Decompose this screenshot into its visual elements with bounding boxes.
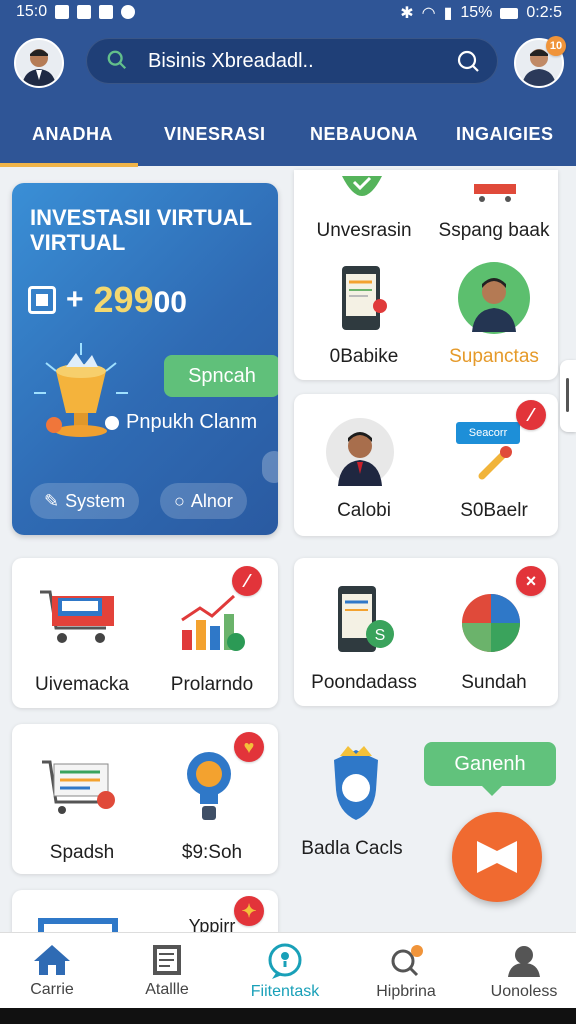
scroll-handle[interactable]: [560, 360, 576, 432]
close-badge-icon[interactable]: ×: [516, 566, 546, 596]
search-submit-icon[interactable]: [456, 49, 480, 73]
lightbulb-badge-icon[interactable]: ✦: [234, 896, 264, 926]
seacorr-tag: Seacorr: [456, 422, 520, 444]
wifi-icon: ◠: [421, 5, 436, 22]
ganenh-tooltip[interactable]: Ganenh: [424, 742, 556, 796]
wrench-icon: [478, 446, 512, 480]
nav-article[interactable]: Atallle: [117, 943, 217, 999]
status-bar: 15:0 ✱ ◠ ▮ 15% 0:2:5: [0, 0, 576, 26]
card-1-label-right: Sspang baak: [438, 220, 550, 241]
card-services-3[interactable]: Seacorr ⁄ Calobi S0Baelr: [294, 394, 558, 536]
card-6-label-left: Spadsh: [49, 842, 115, 863]
checkbox-icon: [28, 286, 56, 314]
document-icon: [153, 945, 181, 975]
bluetooth-icon: ✱: [400, 5, 414, 22]
lightbulb-icon: [187, 752, 231, 820]
phone-icon: [342, 266, 387, 330]
status-time: 15:0: [16, 3, 48, 20]
trophy-icon: [34, 343, 128, 437]
search-bar[interactable]: Bisinis Xbreadadl..: [86, 38, 498, 84]
promo-description: Pnpukh Clanm: [126, 411, 258, 433]
tab-vinesrasi[interactable]: VINESRASI: [164, 124, 266, 145]
card-4-label-right: Prolarndo: [170, 674, 254, 695]
card-3-label-left: Calobi: [337, 500, 391, 521]
shopping-cart-icon: [40, 590, 114, 643]
system-button[interactable]: ✎ System: [30, 483, 140, 519]
card-services-4[interactable]: ⁄ Uivemacka Prolarndo: [12, 558, 278, 708]
card-7-label[interactable]: Badla Cacls: [282, 838, 422, 860]
tab-anadha[interactable]: ANADHA: [32, 124, 113, 145]
battery-text: 15%: [460, 4, 493, 21]
card-3-label-right: S0Baelr: [460, 500, 528, 521]
shield-badge-icon: [334, 746, 378, 820]
nav-home[interactable]: Carrie: [2, 943, 102, 999]
message-icon: [77, 5, 92, 19]
svg-text:S: S: [375, 627, 386, 644]
shield-icon: [121, 5, 136, 19]
card-services-1[interactable]: Unvesrasin Sspang baak 0Babike Supanctas: [294, 170, 558, 380]
promo-title: INVESTASII VIRTUAL VIRTUAL: [30, 205, 252, 256]
card-5-label-right: Sundah: [461, 672, 527, 693]
alnor-button[interactable]: ○ Alnor: [160, 483, 247, 519]
nav-profile[interactable]: Uonoless: [474, 943, 574, 1001]
circle-icon: ○: [174, 490, 185, 511]
search-notification-icon: [391, 945, 423, 977]
tab-ingaigies[interactable]: INGAIGIES: [456, 124, 554, 145]
home-icon: [34, 945, 70, 975]
bottom-nav: Carrie Atallle Fiitentask Hipbrina Uonol…: [0, 932, 576, 1009]
signal-icon: ▮: [443, 5, 453, 22]
pie-chart-icon: [462, 594, 520, 652]
bowtie-icon: [477, 841, 517, 873]
pencil-icon: ✎: [44, 490, 60, 511]
card-2-label-left: 0Babike: [329, 346, 399, 367]
promo-amount: + 29900: [28, 279, 187, 321]
chat-bubble-icon: [268, 943, 302, 979]
active-tab-indicator: [0, 163, 138, 167]
status-clock: 0:2:5: [526, 4, 562, 21]
nav-fiitentask[interactable]: Fiitentask: [235, 943, 335, 1001]
cart-icon: [474, 184, 516, 202]
cart-list-icon: [42, 760, 115, 814]
promo-next-arrow[interactable]: [262, 451, 278, 483]
promo-card[interactable]: INVESTASII VIRTUAL VIRTUAL + 29900 Spnca…: [12, 183, 278, 535]
notification-icon: [55, 5, 70, 19]
app-icon: [99, 5, 114, 19]
app-header: Bisinis Xbreadadl.. 10 ANADHA VINESRASI …: [0, 26, 576, 167]
card-5-label-left: Poondadass: [311, 672, 417, 693]
edit-badge-icon[interactable]: ⁄: [516, 400, 546, 430]
card-6-label-right: $9:Soh: [181, 842, 243, 863]
profile-badge: 10: [546, 36, 566, 56]
tab-bar: ANADHA VINESRASI NEBAUONA INGAIGIES: [0, 112, 576, 166]
search-icon: [107, 50, 127, 70]
card-services-6[interactable]: ♥ Spadsh $9:Soh: [12, 724, 278, 874]
system-nav-bar: [0, 1008, 576, 1024]
card-2-label-right: Supanctas: [449, 346, 539, 367]
nav-hipbrina[interactable]: Hipbrina: [356, 943, 456, 1001]
edit-badge-icon-2[interactable]: ⁄: [232, 566, 262, 596]
card-4-label-left: Uivemacka: [35, 674, 129, 695]
search-input[interactable]: Bisinis Xbreadadl..: [148, 50, 314, 73]
person-photo-2: [326, 418, 394, 486]
person-photo: [458, 262, 530, 334]
card-1-label-left: Unvesrasin: [316, 220, 412, 241]
user-icon: [508, 946, 540, 977]
fab-button[interactable]: [452, 812, 542, 902]
heart-badge-icon[interactable]: ♥: [234, 732, 264, 762]
battery-icon: [500, 7, 519, 19]
profile-avatar-left[interactable]: [14, 38, 64, 88]
tab-nebauona[interactable]: NEBAUONA: [310, 124, 418, 145]
spncah-button[interactable]: Spncah: [164, 355, 278, 397]
tag-icon: [342, 176, 382, 196]
growth-chart-icon: [181, 594, 245, 651]
card-services-5[interactable]: S × Poondadass Sundah: [294, 558, 558, 706]
mobile-payment-icon: S: [338, 586, 394, 652]
